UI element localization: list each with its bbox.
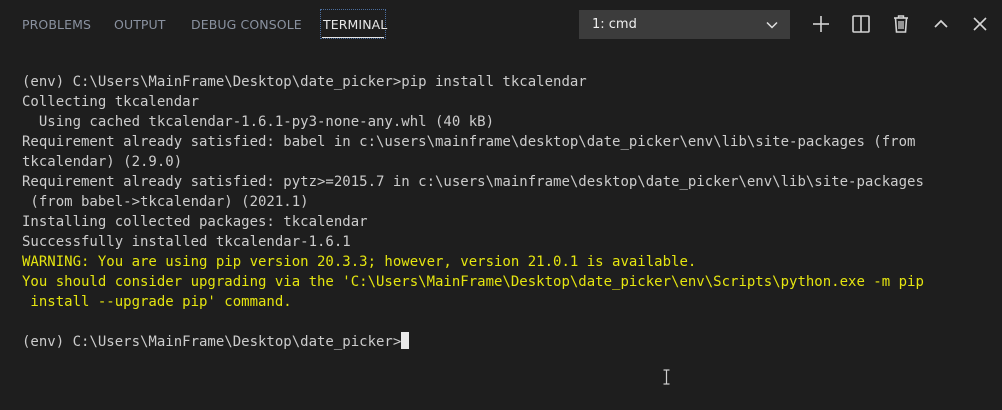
terminal-line: Installing collected packages: tkcalenda… xyxy=(22,214,368,230)
close-icon xyxy=(968,12,992,36)
terminal-line: Collecting tkcalendar xyxy=(22,94,200,110)
terminal-output[interactable]: (env) C:\Users\MainFrame\Desktop\date_pi… xyxy=(22,72,992,392)
terminal-line: tkcalendar) (2.9.0) xyxy=(22,154,183,170)
terminal-line: Successfully installed tkcalendar-1.6.1 xyxy=(22,234,351,250)
terminal-prompt-line: (env) C:\Users\MainFrame\Desktop\date_pi… xyxy=(22,332,992,352)
terminal-line-command: (env) C:\Users\MainFrame\Desktop\date_pi… xyxy=(22,74,587,90)
plus-icon xyxy=(809,12,833,36)
tab-terminal[interactable]: TERMINAL xyxy=(323,17,387,32)
tab-output[interactable]: OUTPUT xyxy=(114,17,166,32)
terminal-select-value: 1: cmd xyxy=(592,17,637,32)
tab-debug-console[interactable]: DEBUG CONSOLE xyxy=(191,17,302,32)
chevron-up-icon xyxy=(929,12,953,36)
tab-problems[interactable]: PROBLEMS xyxy=(22,17,91,32)
split-terminal-icon xyxy=(849,12,873,36)
ibeam-cursor-icon xyxy=(662,369,671,385)
terminal-line: Using cached tkcalendar-1.6.1-py3-none-a… xyxy=(22,114,495,130)
kill-terminal-button[interactable] xyxy=(889,12,913,36)
panel-header: PROBLEMS OUTPUT DEBUG CONSOLE TERMINAL 1… xyxy=(0,0,1002,50)
close-panel-button[interactable] xyxy=(968,12,992,36)
terminal-line-warning: WARNING: You are using pip version 20.3.… xyxy=(22,254,697,270)
terminal-line: Requirement already satisfied: babel in … xyxy=(22,134,916,150)
terminal-line: (from babel->tkcalendar) (2021.1) xyxy=(22,194,309,210)
trash-icon xyxy=(889,12,913,36)
maximize-panel-button[interactable] xyxy=(929,12,953,36)
chevron-down-icon xyxy=(765,18,779,32)
terminal-line-warning: install --upgrade pip' command. xyxy=(22,294,292,310)
terminal-line-warning: You should consider upgrading via the 'C… xyxy=(22,274,924,290)
terminal-prompt: (env) C:\Users\MainFrame\Desktop\date_pi… xyxy=(22,334,402,350)
new-terminal-button[interactable] xyxy=(809,12,833,36)
terminal-line: Requirement already satisfied: pytz>=201… xyxy=(22,174,924,190)
active-tab-indicator xyxy=(322,37,384,38)
terminal-cursor xyxy=(401,332,410,349)
terminal-select[interactable]: 1: cmd xyxy=(579,10,790,39)
split-terminal-button[interactable] xyxy=(849,12,873,36)
